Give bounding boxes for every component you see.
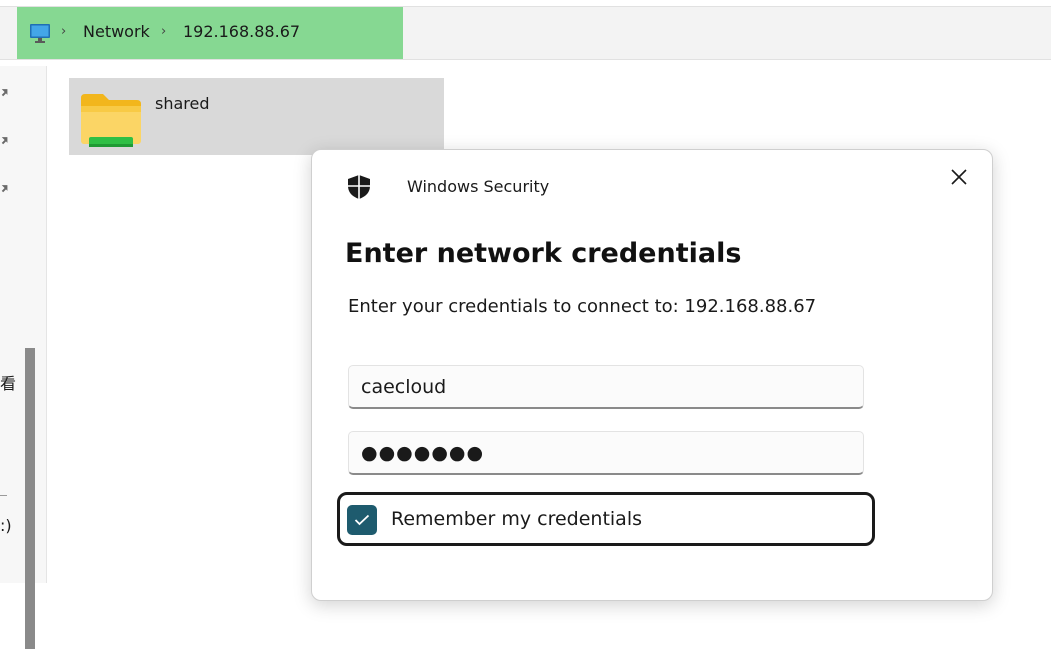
close-button[interactable] [942,160,976,194]
remember-credentials-checkbox-row[interactable]: Remember my credentials [337,492,875,546]
file-name: shared [155,94,210,113]
remember-credentials-checkbox[interactable] [347,505,377,535]
checkmark-icon [354,514,370,526]
credentials-dialog: Windows Security Enter network credentia… [311,149,993,601]
password-field[interactable] [348,431,864,475]
breadcrumb-separator: › [161,24,167,39]
remember-credentials-label: Remember my credentials [391,508,643,530]
address-bar-empty-area[interactable] [403,7,1051,59]
breadcrumb-separator: › [61,24,67,39]
pin-icon[interactable] [0,182,12,194]
dialog-subtext: Enter your credentials to connect to: 19… [348,296,817,317]
shield-icon [348,175,370,199]
this-pc-icon [30,24,50,43]
dialog-heading: Enter network credentials [345,238,742,269]
file-item-shared[interactable]: shared [69,78,444,155]
network-share-folder-icon [81,94,141,147]
username-field[interactable] [348,365,864,409]
nav-item-label[interactable]: :) [0,516,12,535]
breadcrumb-network[interactable]: Network [83,22,150,41]
breadcrumb[interactable]: › Network › 192.168.88.67 [17,7,403,59]
navigation-pane: 看 :) [0,66,47,649]
nav-scrollbar[interactable] [25,348,35,649]
nav-item-label[interactable]: 看 [0,370,16,394]
close-icon [951,169,967,185]
dialog-app-title: Windows Security [407,177,550,196]
pin-icon[interactable] [0,134,12,146]
breadcrumb-host[interactable]: 192.168.88.67 [183,22,300,41]
nav-divider [0,495,7,496]
address-bar: › Network › 192.168.88.67 [0,6,1051,60]
pin-icon[interactable] [0,86,12,98]
